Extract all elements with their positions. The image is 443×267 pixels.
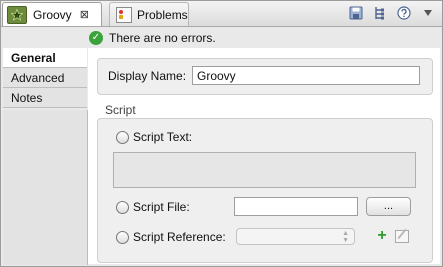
editor-frame: Groovy ⊠ Problems ✓ There are no errors. xyxy=(0,0,443,267)
script-group: Script Text: Script File: ... Script Ref… xyxy=(97,118,433,263)
tab-problems[interactable]: Problems xyxy=(109,2,189,26)
script-section-title: Script xyxy=(105,103,136,117)
script-reference-select[interactable]: ▲ ▼ xyxy=(236,228,355,245)
script-file-radio[interactable] xyxy=(116,201,129,214)
add-icon[interactable]: + xyxy=(375,228,389,244)
nav-item-general[interactable]: General xyxy=(3,48,87,68)
browse-button[interactable]: ... xyxy=(366,197,411,216)
script-text-label: Script Text: xyxy=(133,130,193,144)
nav-item-advanced[interactable]: Advanced xyxy=(3,68,87,88)
check-icon: ✓ xyxy=(89,31,103,45)
display-name-input[interactable]: Groovy xyxy=(192,66,420,85)
script-file-input[interactable] xyxy=(234,197,358,216)
tab-problems-label: Problems xyxy=(137,7,188,22)
display-name-group: Display Name: Groovy xyxy=(97,58,433,95)
script-text-radio[interactable] xyxy=(116,131,129,144)
status-message: There are no errors. xyxy=(109,31,216,45)
groovy-icon xyxy=(7,5,27,24)
script-reference-label: Script Reference: xyxy=(133,230,226,244)
editor-toolbar xyxy=(348,5,436,21)
save-icon[interactable] xyxy=(348,5,364,21)
tree-icon[interactable] xyxy=(372,5,388,21)
problems-icon xyxy=(116,6,132,23)
section-nav: General Advanced Notes xyxy=(3,48,87,108)
tab-groovy-label: Groovy xyxy=(33,7,72,22)
edit-icon[interactable] xyxy=(395,230,409,243)
tab-bar: Groovy ⊠ Problems xyxy=(1,1,442,27)
script-file-label: Script File: xyxy=(133,200,190,214)
help-icon[interactable] xyxy=(396,5,412,21)
validation-status: ✓ There are no errors. xyxy=(89,29,216,47)
tab-groovy[interactable]: Groovy ⊠ xyxy=(2,2,102,26)
script-reference-radio[interactable] xyxy=(116,231,129,244)
chevron-updown-icon: ▲ ▼ xyxy=(342,230,349,244)
close-icon[interactable]: ⊠ xyxy=(80,8,89,21)
nav-item-notes[interactable]: Notes xyxy=(3,88,87,108)
display-name-label: Display Name: xyxy=(108,69,187,83)
general-panel: Display Name: Groovy Script Script Text:… xyxy=(88,48,440,264)
nav-background xyxy=(3,110,88,265)
dropdown-icon[interactable] xyxy=(420,5,436,21)
script-text-area[interactable] xyxy=(113,152,416,188)
